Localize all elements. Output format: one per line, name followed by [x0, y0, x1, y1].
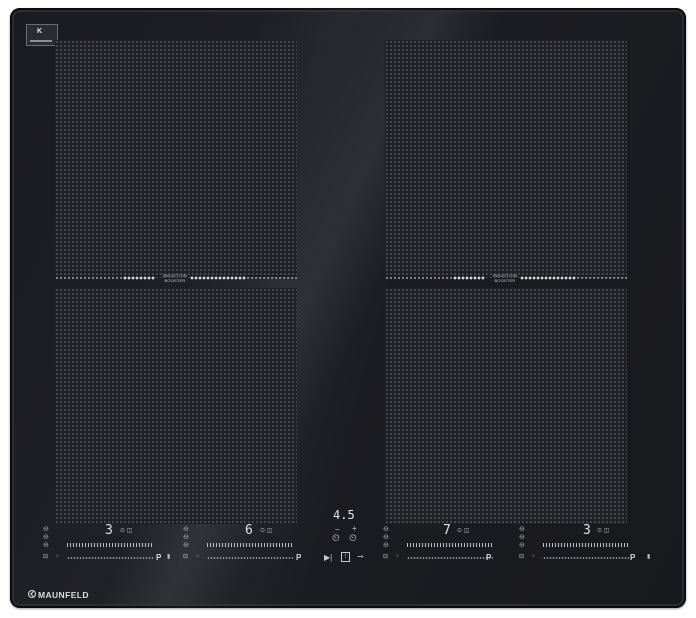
zone4-power-slider[interactable]	[543, 557, 629, 559]
left-booster-indicator-2	[123, 276, 155, 280]
zone2-timer-icon[interactable]: ⊙ ◫	[260, 528, 272, 534]
zone2-bridge-icon[interactable]: ⁘	[195, 554, 200, 560]
zone-front-right-bottom[interactable]	[385, 288, 627, 524]
zone3-pan-icon: ⊟	[383, 554, 389, 560]
brand-name: MAUNFELD	[38, 590, 89, 600]
power-icon[interactable]: !	[341, 552, 350, 562]
zone1-timer-icon[interactable]: ⊙ ◫	[120, 528, 132, 534]
zone1-power-slider[interactable]	[67, 557, 153, 559]
zone4-timer-icon[interactable]: ⊙ ◫	[597, 528, 609, 534]
zone3-power-slider[interactable]	[407, 557, 493, 559]
zone4-pause-icon[interactable]: ▮	[647, 554, 650, 560]
zone3-timer-icon[interactable]: ⊙ ◫	[457, 528, 469, 534]
zone2-power-slider[interactable]	[207, 557, 293, 559]
zone2-level-display: 6	[245, 523, 253, 538]
timer-display: 4.5	[333, 508, 355, 522]
badge-bar	[30, 40, 52, 42]
left-divider-dots-2	[246, 277, 297, 279]
rating-badge: K	[26, 24, 58, 46]
right-booster-indicator	[520, 276, 576, 280]
zone4-slider-ticks	[543, 543, 629, 547]
zone4-bridge-icon[interactable]: ⁘	[531, 554, 536, 560]
brand-logo-icon	[28, 590, 36, 598]
zone1-level-display: 3	[105, 523, 113, 538]
zone1-boost-button[interactable]: P	[156, 553, 161, 562]
zone4-level-display: 3	[583, 523, 591, 538]
badge-mark: K	[37, 28, 43, 35]
zone1-pause-icon[interactable]: ▮	[167, 554, 170, 560]
zone2-boost-button[interactable]: P	[296, 553, 301, 562]
right-booster-indicator-2	[453, 276, 485, 280]
zone2-indicators: ⊖ ⊖ ⊖	[183, 526, 189, 549]
zone3-level-display: 7	[443, 523, 451, 538]
right-divider-dots-2	[576, 277, 627, 279]
zone4-pan-icon: ⊟	[519, 554, 525, 560]
left-booster-label: INDUCTION BOOSTER	[162, 273, 188, 283]
zone2-pan-icon: ⊟	[183, 554, 189, 560]
zone2-slider-ticks	[207, 543, 293, 547]
zone3-bridge-icon[interactable]: ⁘	[395, 554, 400, 560]
zone1-pan-icon: ⊟	[43, 554, 49, 560]
left-booster-indicator	[190, 276, 246, 280]
zone3-slider-ticks	[407, 543, 493, 547]
zone4-indicators: ⊖ ⊖ ⊖	[519, 526, 525, 549]
timer-minus-icon[interactable]: ⏲	[332, 533, 340, 544]
zone4-boost-button[interactable]: P	[630, 553, 635, 562]
timer-plus-icon[interactable]: ⏲	[349, 533, 357, 544]
zone-rear-left-top[interactable]	[55, 40, 297, 278]
zone1-slider-ticks	[67, 543, 153, 547]
timer-plus-label: +	[352, 524, 357, 533]
zone3-indicators: ⊖ ⊖ ⊖	[383, 526, 389, 549]
zone1-bridge-icon[interactable]: ⁘	[55, 554, 60, 560]
play-pause-icon[interactable]: ▶︎|	[324, 553, 332, 562]
zone-front-left-bottom[interactable]	[55, 288, 297, 524]
cooktop-glass: K INDUCTION BOOSTER INDUCTION BOOSTER ⊖ ⊖ ⊖ …	[10, 8, 686, 608]
zone-rear-right-top[interactable]	[385, 40, 627, 278]
zone1-indicators: ⊖ ⊖ ⊖	[43, 526, 49, 549]
key-icon[interactable]: ⊸	[357, 552, 364, 561]
zone3-boost-button[interactable]: P	[486, 553, 491, 562]
right-booster-label: INDUCTION BOOSTER	[492, 273, 518, 283]
